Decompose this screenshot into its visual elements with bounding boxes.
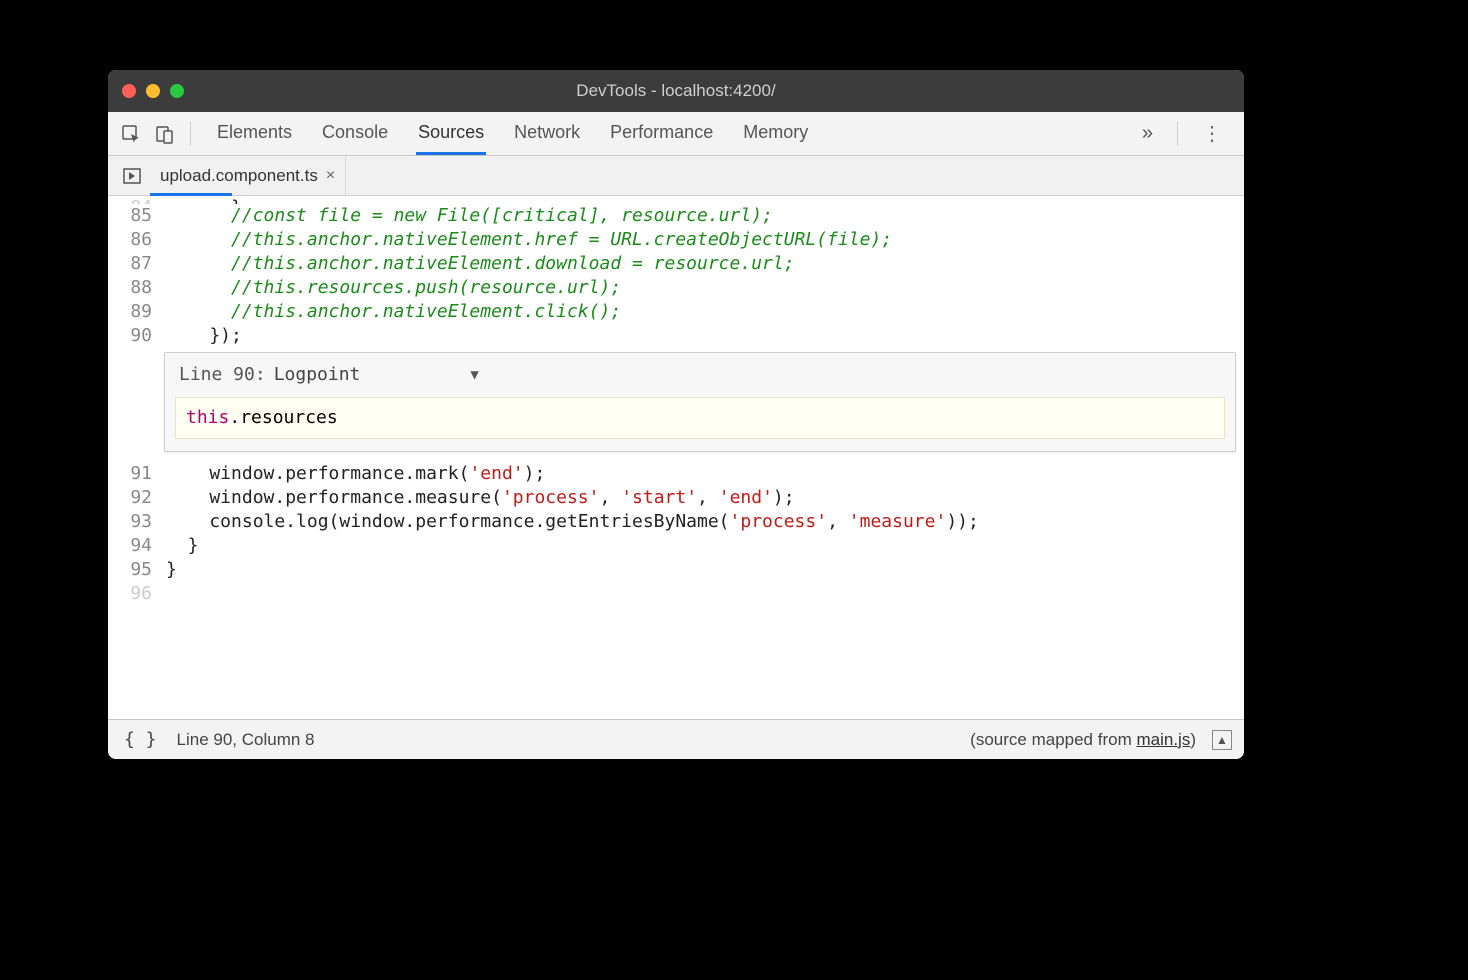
code-line[interactable]: } <box>160 534 1244 558</box>
code-line[interactable]: } <box>160 558 1244 582</box>
code-line[interactable]: window.performance.measure('process', 's… <box>160 486 1244 510</box>
code-line[interactable]: //const file = new File([critical], reso… <box>160 204 1244 228</box>
source-map-link[interactable]: main.js <box>1136 730 1190 749</box>
statusbar: { } Line 90, Column 8 (source mapped fro… <box>108 719 1244 759</box>
panel-tab-elements[interactable]: Elements <box>215 112 294 155</box>
devtools-window: DevTools - localhost:4200/ Elements Conso… <box>108 70 1244 759</box>
logpoint-panel: Line 90: Logpoint▼ this.resources <box>164 352 1236 452</box>
source-editor[interactable]: 84 },85 //const file = new File([critica… <box>108 196 1244 719</box>
file-tab-name: upload.component.ts <box>160 166 318 186</box>
gutter-line-number[interactable]: 86 <box>108 228 160 252</box>
code-line[interactable]: }); <box>160 324 1244 348</box>
close-window-button[interactable] <box>122 84 136 98</box>
zoom-window-button[interactable] <box>170 84 184 98</box>
panel-tab-performance[interactable]: Performance <box>608 112 715 155</box>
code-line[interactable]: }, <box>160 196 1244 204</box>
gutter-line-number[interactable]: 92 <box>108 486 160 510</box>
source-mapped-label: (source mapped from main.js) <box>970 730 1196 750</box>
toolbar-separator <box>1177 122 1178 146</box>
gutter-line-number[interactable]: 91 <box>108 462 160 486</box>
panel-tab-network[interactable]: Network <box>512 112 582 155</box>
file-tab-strip: upload.component.ts × <box>108 156 1244 196</box>
gutter-line-number[interactable]: 96 <box>108 582 160 606</box>
gutter-line-number[interactable]: 89 <box>108 300 160 324</box>
panel-tab-memory[interactable]: Memory <box>741 112 810 155</box>
gutter-line-number[interactable]: 93 <box>108 510 160 534</box>
code-line[interactable]: //this.anchor.nativeElement.href = URL.c… <box>160 228 1244 252</box>
panel-tab-sources[interactable]: Sources <box>416 112 486 155</box>
pretty-print-icon[interactable]: { } <box>120 729 161 750</box>
panel-tabs: Elements Console Sources Network Performance… <box>201 112 1138 155</box>
file-tab[interactable]: upload.component.ts × <box>150 156 346 195</box>
code-line[interactable]: //this.anchor.nativeElement.download = r… <box>160 252 1244 276</box>
traffic-lights <box>122 84 184 98</box>
code-line[interactable]: //this.resources.push(resource.url); <box>160 276 1244 300</box>
gutter-line-number[interactable]: 94 <box>108 534 160 558</box>
gutter-line-number[interactable]: 85 <box>108 204 160 228</box>
overflow-tabs-button[interactable]: » <box>1142 122 1167 145</box>
show-drawer-icon[interactable]: ▲ <box>1212 730 1232 750</box>
inspect-element-icon[interactable] <box>116 119 146 149</box>
gutter-line-number[interactable]: 95 <box>108 558 160 582</box>
code-line[interactable]: console.log(window.performance.getEntrie… <box>160 510 1244 534</box>
chevron-down-icon: ▼ <box>470 363 478 387</box>
cursor-position: Line 90, Column 8 <box>177 730 315 750</box>
toolbar-separator <box>190 122 191 146</box>
gutter-line-number[interactable]: 84 <box>108 196 160 204</box>
titlebar: DevTools - localhost:4200/ <box>108 70 1244 112</box>
gutter-line-number[interactable]: 88 <box>108 276 160 300</box>
breakpoint-type-select[interactable]: Logpoint▼ <box>274 363 479 387</box>
code-line[interactable] <box>160 582 1244 606</box>
settings-menu-icon[interactable]: ⋮ <box>1188 121 1236 146</box>
gutter-line-number[interactable]: 87 <box>108 252 160 276</box>
device-toolbar-icon[interactable] <box>150 119 180 149</box>
window-title: DevTools - localhost:4200/ <box>108 81 1244 101</box>
logpoint-expression-input[interactable]: this.resources <box>175 397 1225 439</box>
code-line[interactable]: window.performance.mark('end'); <box>160 462 1244 486</box>
panel-tab-console[interactable]: Console <box>320 112 390 155</box>
close-file-tab-icon[interactable]: × <box>326 167 335 185</box>
main-toolbar: Elements Console Sources Network Performance… <box>108 112 1244 156</box>
logpoint-line-label: Line 90: <box>179 363 266 387</box>
code-line[interactable]: //this.anchor.nativeElement.click(); <box>160 300 1244 324</box>
gutter-line-number[interactable]: 90 <box>108 324 160 348</box>
minimize-window-button[interactable] <box>146 84 160 98</box>
navigator-toggle-icon[interactable] <box>114 156 150 195</box>
